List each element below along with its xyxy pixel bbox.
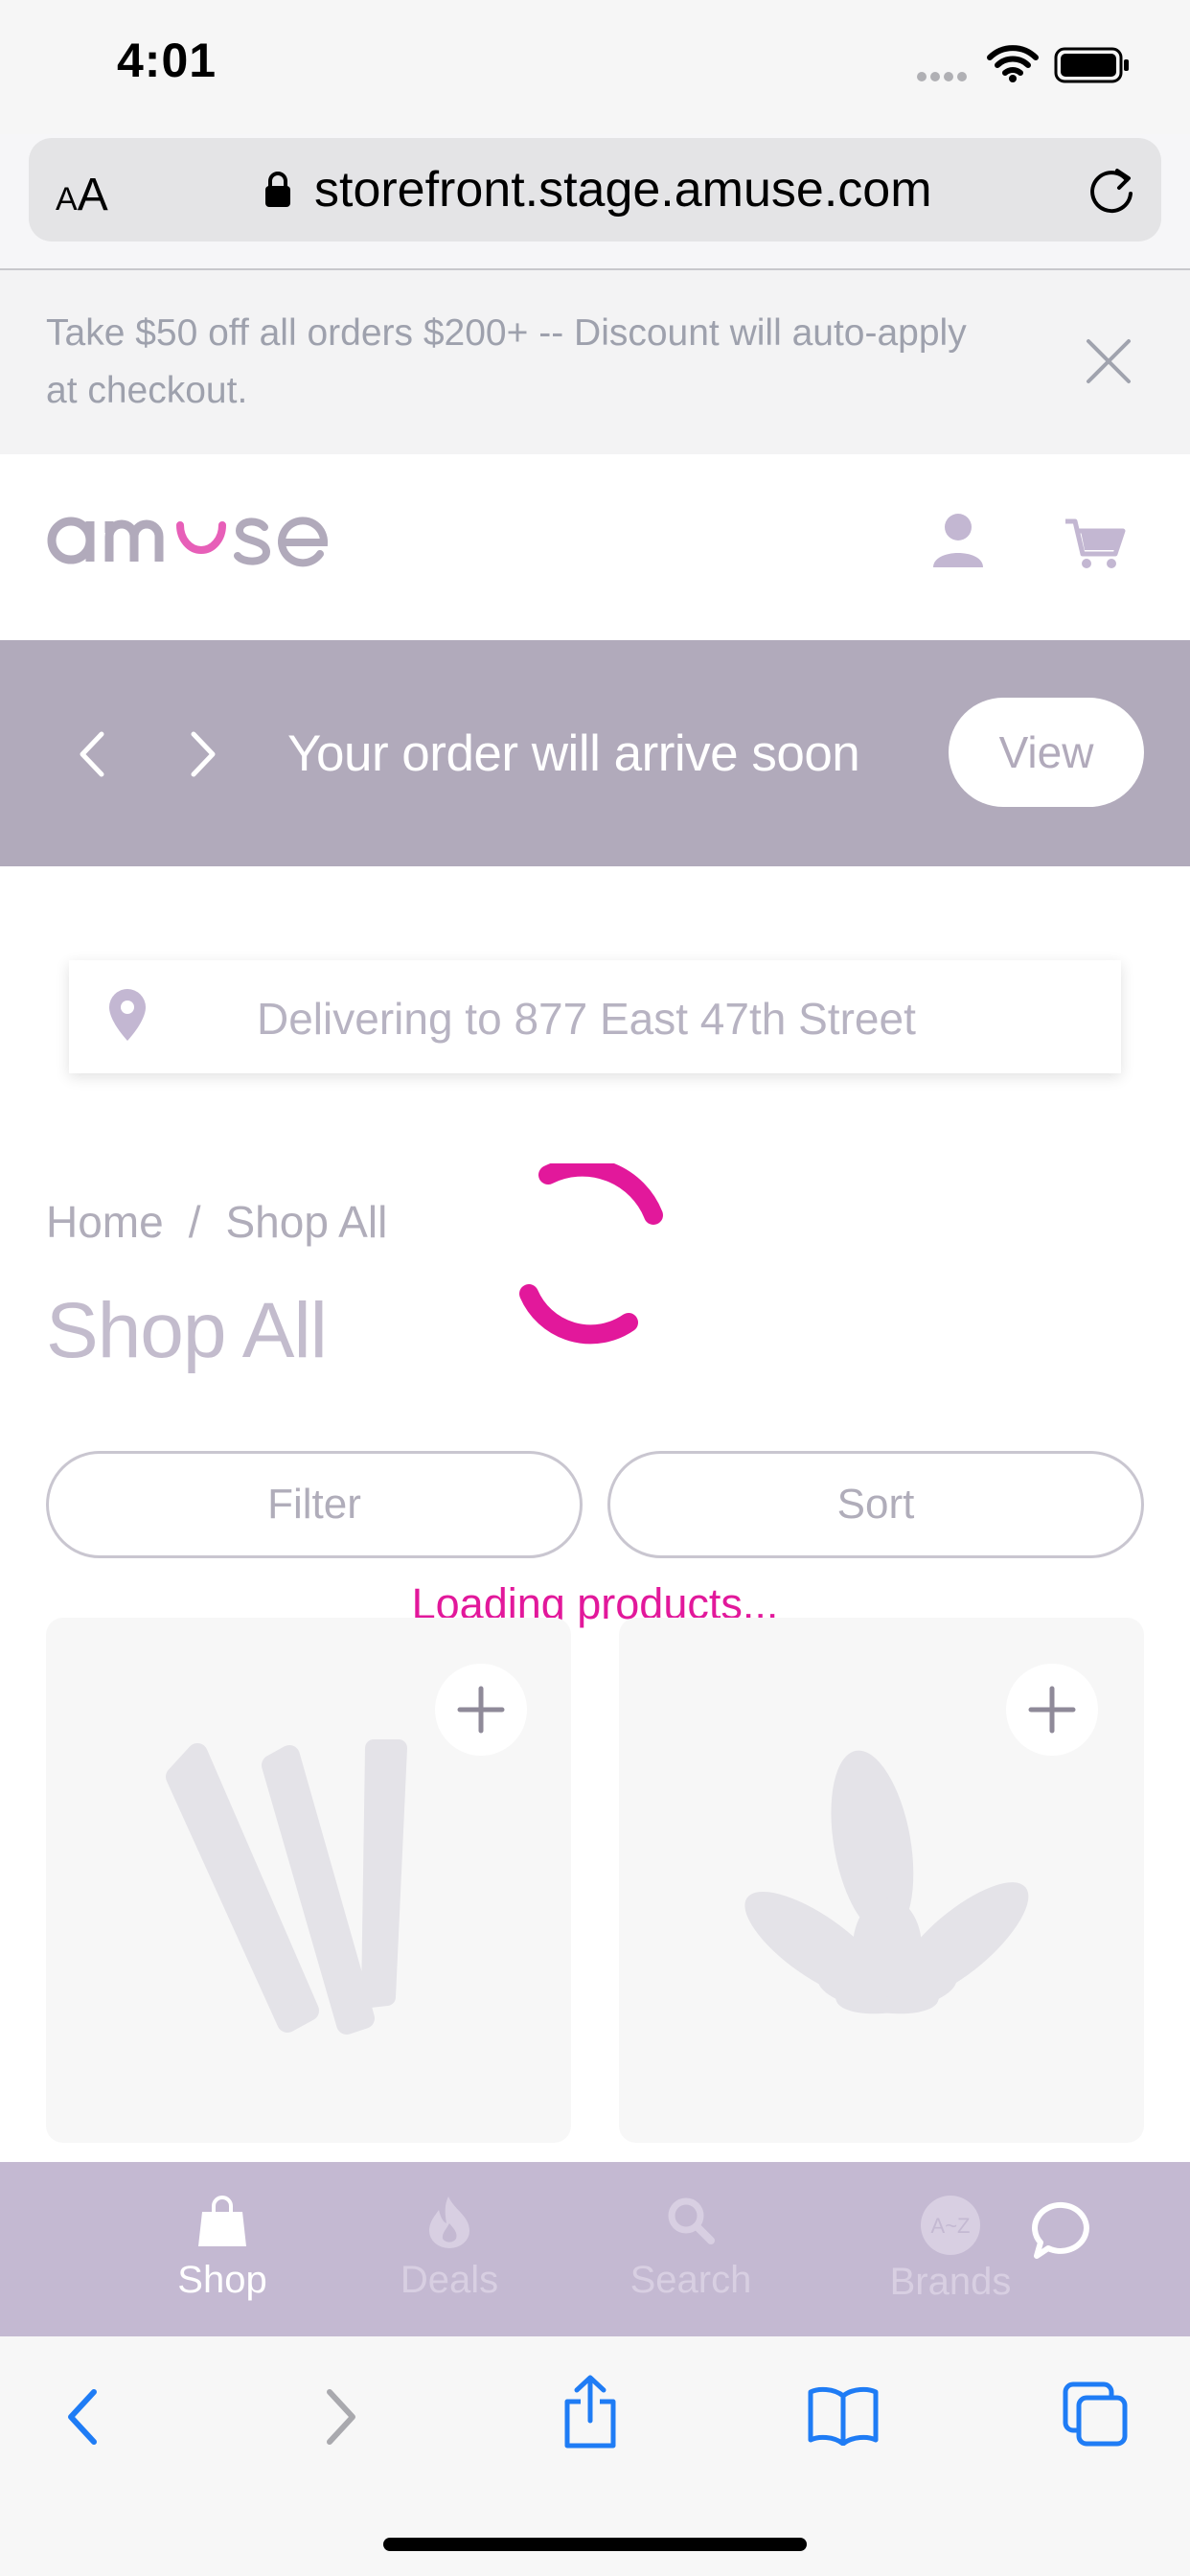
signal-icon — [917, 72, 967, 81]
nav-search-label: Search — [629, 2259, 752, 2301]
nav-brands[interactable]: A~Z Brands — [874, 2195, 1027, 2304]
add-to-cart-button[interactable] — [1006, 1664, 1098, 1756]
home-indicator — [383, 2538, 807, 2551]
nav-deals-label: Deals — [400, 2259, 499, 2301]
chat-icon[interactable] — [1031, 2200, 1094, 2260]
nav-deals[interactable]: Deals — [387, 2195, 512, 2302]
share-icon[interactable] — [560, 2375, 621, 2451]
leaf-icon — [744, 1750, 1029, 2014]
breadcrumb-separator: / — [188, 1197, 201, 1247]
plus-icon — [457, 1686, 505, 1734]
view-order-button[interactable]: View — [949, 698, 1144, 807]
battery-icon — [1054, 47, 1129, 83]
cones-icon — [166, 1739, 407, 2035]
brands-icon: A~Z — [921, 2196, 980, 2255]
lock-icon — [265, 172, 290, 207]
text-size-large-label: A — [77, 170, 108, 220]
breadcrumb-home[interactable]: Home — [46, 1197, 164, 1247]
url-text[interactable]: storefront.stage.amuse.com — [314, 161, 932, 218]
page-title: Shop All — [46, 1287, 328, 1374]
breadcrumb: Home / Shop All — [46, 1196, 387, 1248]
plus-icon — [1028, 1686, 1076, 1734]
filter-button[interactable]: Filter — [46, 1451, 583, 1558]
delivery-address-text: Delivering to 877 East 47th Street — [257, 994, 916, 1044]
amuse-logo[interactable] — [46, 504, 333, 571]
text-size-small-label: A — [56, 181, 78, 218]
add-to-cart-button[interactable] — [435, 1664, 527, 1756]
status-time: 4:01 — [117, 34, 217, 87]
text-size-button[interactable]: AA — [56, 169, 108, 221]
account-icon[interactable] — [931, 512, 985, 569]
nav-shop[interactable]: Shop — [165, 2195, 280, 2302]
flame-icon — [429, 2196, 469, 2248]
close-icon[interactable] — [1085, 337, 1133, 385]
forward-icon[interactable] — [322, 2388, 360, 2446]
order-status-text: Your order will arrive soon — [287, 725, 860, 782]
location-pin-icon — [109, 989, 146, 1041]
chevron-left-icon[interactable] — [77, 730, 105, 778]
bag-icon — [198, 2196, 246, 2246]
tabs-icon[interactable] — [1062, 2380, 1129, 2448]
cart-icon[interactable] — [1064, 518, 1127, 571]
nav-shop-label: Shop — [177, 2259, 267, 2301]
breadcrumb-current: Shop All — [225, 1197, 388, 1247]
chevron-right-icon[interactable] — [190, 730, 218, 778]
nav-search[interactable]: Search — [619, 2195, 763, 2302]
brands-badge: A~Z — [931, 2214, 971, 2238]
sort-button[interactable]: Sort — [607, 1451, 1144, 1558]
bookmarks-icon[interactable] — [807, 2386, 880, 2446]
loading-spinner-icon — [519, 1163, 663, 1345]
search-icon — [668, 2197, 715, 2244]
reload-icon[interactable] — [1087, 163, 1138, 217]
wifi-icon — [987, 45, 1039, 82]
promo-text: Take $50 off all orders $200+ -- Discoun… — [46, 312, 967, 411]
back-icon[interactable] — [63, 2388, 102, 2446]
nav-brands-label: Brands — [889, 2261, 1012, 2303]
